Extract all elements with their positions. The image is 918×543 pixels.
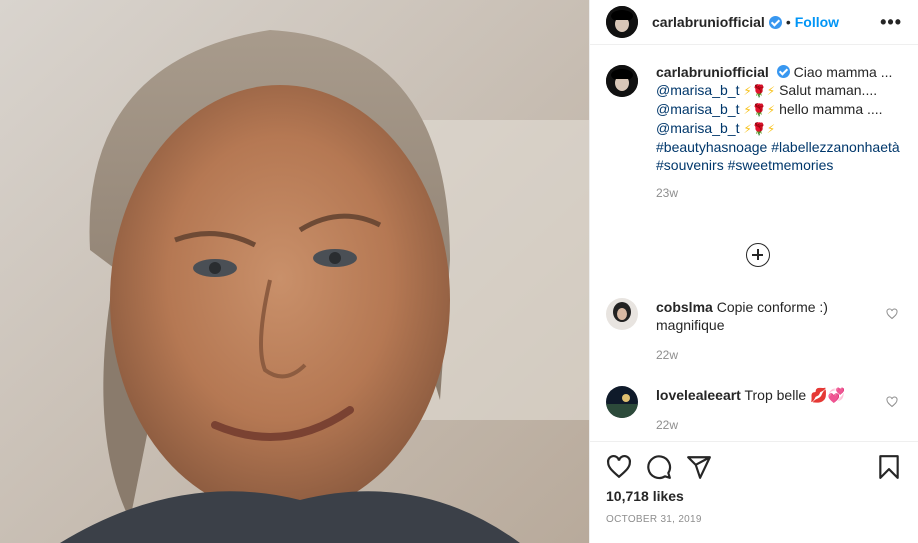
- heart-icon[interactable]: [886, 396, 898, 408]
- commenter-avatar[interactable]: [606, 298, 638, 330]
- mention-link[interactable]: @marisa_b_t: [656, 101, 739, 117]
- lightning-emoji: ⚡: [743, 84, 752, 98]
- caption-line2: Salut maman....: [779, 82, 878, 98]
- caption-username[interactable]: carlabruniofficial: [656, 64, 769, 80]
- post-side-panel: carlabruniofficial • Follow ••• carlabru…: [589, 0, 918, 543]
- rose-emoji: 🌹: [751, 103, 767, 117]
- hashtag-link[interactable]: #beautyhasnoage: [656, 139, 767, 155]
- mention-link[interactable]: @marisa_b_t: [656, 82, 739, 98]
- portrait-image: [0, 0, 589, 543]
- hashtag-link[interactable]: #sweetmemories: [728, 157, 834, 173]
- post-header: carlabruniofficial • Follow •••: [590, 0, 918, 45]
- commenter-username[interactable]: loveleaIeeart: [656, 387, 741, 403]
- comment-icon[interactable]: [646, 454, 672, 480]
- follow-button[interactable]: Follow: [795, 14, 839, 30]
- more-options-icon[interactable]: •••: [880, 12, 902, 33]
- rose-emoji: 🌹: [751, 84, 767, 98]
- action-icons: [606, 454, 902, 480]
- post-actions: 10,718 likes OCTOBER 31, 2019: [590, 441, 918, 543]
- caption-timestamp[interactable]: 23w: [656, 186, 902, 200]
- lightning-emoji: ⚡: [743, 122, 752, 136]
- separator-dot: •: [785, 14, 791, 30]
- lightning-emoji: ⚡: [766, 103, 776, 117]
- verified-badge-icon: [776, 65, 790, 78]
- heart-icon[interactable]: [886, 308, 898, 320]
- verified-badge-icon: [768, 15, 782, 29]
- comment-text: cobslma Copie conforme :) magnifique: [656, 298, 886, 334]
- comment-timestamp[interactable]: 22w: [656, 418, 678, 432]
- hashtag-link[interactable]: #souvenirs: [656, 157, 724, 173]
- comment-text: loveleaIeeart Trop belle 💋💞: [656, 386, 886, 418]
- comment-item: cobslma Copie conforme :) magnifique 22w: [606, 298, 902, 362]
- author-username[interactable]: carlabruniofficial: [652, 14, 765, 30]
- lightning-emoji: ⚡: [743, 103, 752, 117]
- caption-text: carlabruniofficial Ciao mamma ... @maris…: [656, 63, 902, 174]
- lightning-emoji: ⚡: [766, 122, 776, 136]
- plus-circle-icon[interactable]: [746, 243, 770, 267]
- caption-line3: hello mamma ....: [779, 101, 883, 117]
- hashtag-link[interactable]: #labellezzanonhaetà: [771, 139, 899, 155]
- comment-timestamp[interactable]: 22w: [656, 348, 678, 362]
- commenter-username[interactable]: cobslma: [656, 299, 713, 315]
- post-date[interactable]: OCTOBER 31, 2019: [606, 514, 702, 525]
- share-icon[interactable]: [686, 454, 712, 480]
- bookmark-icon[interactable]: [876, 454, 902, 480]
- caption-line1: Ciao mamma ...: [793, 64, 893, 80]
- heart-icon[interactable]: [606, 454, 632, 480]
- comments-section: carlabruniofficial Ciao mamma ... @maris…: [606, 63, 902, 200]
- caption: carlabruniofficial Ciao mamma ... @maris…: [606, 63, 902, 174]
- commenter-avatar[interactable]: [606, 386, 638, 418]
- likes-count[interactable]: 10,718 likes: [606, 488, 684, 504]
- lightning-emoji: ⚡: [766, 84, 776, 98]
- rose-emoji: 🌹: [751, 122, 767, 136]
- comment-emojis: 💋💞: [810, 387, 845, 403]
- comment-body: Trop belle: [744, 387, 807, 403]
- caption-avatar[interactable]: [606, 65, 638, 97]
- mention-link[interactable]: @marisa_b_t: [656, 120, 739, 136]
- comment-item: loveleaIeeart Trop belle 💋💞 22w: [606, 386, 902, 432]
- author-avatar[interactable]: [606, 6, 638, 38]
- post-photo[interactable]: [0, 0, 589, 543]
